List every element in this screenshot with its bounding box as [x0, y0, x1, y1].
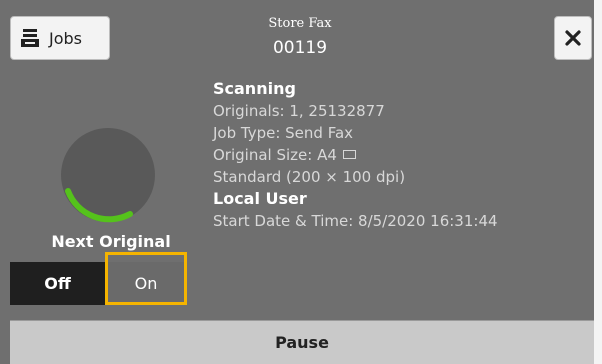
next-original-on-button[interactable]: On — [105, 262, 187, 305]
next-original-label: Next Original — [51, 232, 171, 251]
status-heading: Scanning — [213, 79, 296, 98]
start-time-info: Start Date & Time: 8/5/2020 16:31:44 — [213, 212, 498, 230]
user-heading: Local User — [213, 189, 307, 208]
paper-landscape-icon — [342, 150, 356, 159]
original-size-info: Original Size: A4 — [213, 146, 337, 164]
screen-title: Store Fax — [268, 16, 332, 31]
job-code: 00119 — [272, 38, 328, 58]
jobs-label: Jobs — [49, 28, 82, 48]
originals-info: Originals: 1, 25132877 — [213, 102, 385, 120]
close-icon — [565, 30, 581, 46]
jobs-button[interactable]: Jobs — [10, 16, 110, 60]
progress-spinner-icon — [61, 128, 155, 223]
job-type-info: Job Type: Send Fax — [213, 124, 354, 142]
next-original-off-button[interactable]: Off — [10, 262, 105, 305]
job-details: Scanning Originals: 1, 25132877 Job Type… — [213, 78, 593, 232]
job-list-icon — [21, 29, 39, 47]
resolution-info: Standard (200 × 100 dpi) — [213, 168, 406, 186]
original-size-row: Original Size: A4 — [213, 144, 593, 166]
pause-button[interactable]: Pause — [10, 320, 594, 364]
fax-job-screen: Jobs Store Fax 00119 Scanning Originals:… — [0, 0, 594, 364]
close-button[interactable] — [554, 16, 592, 60]
